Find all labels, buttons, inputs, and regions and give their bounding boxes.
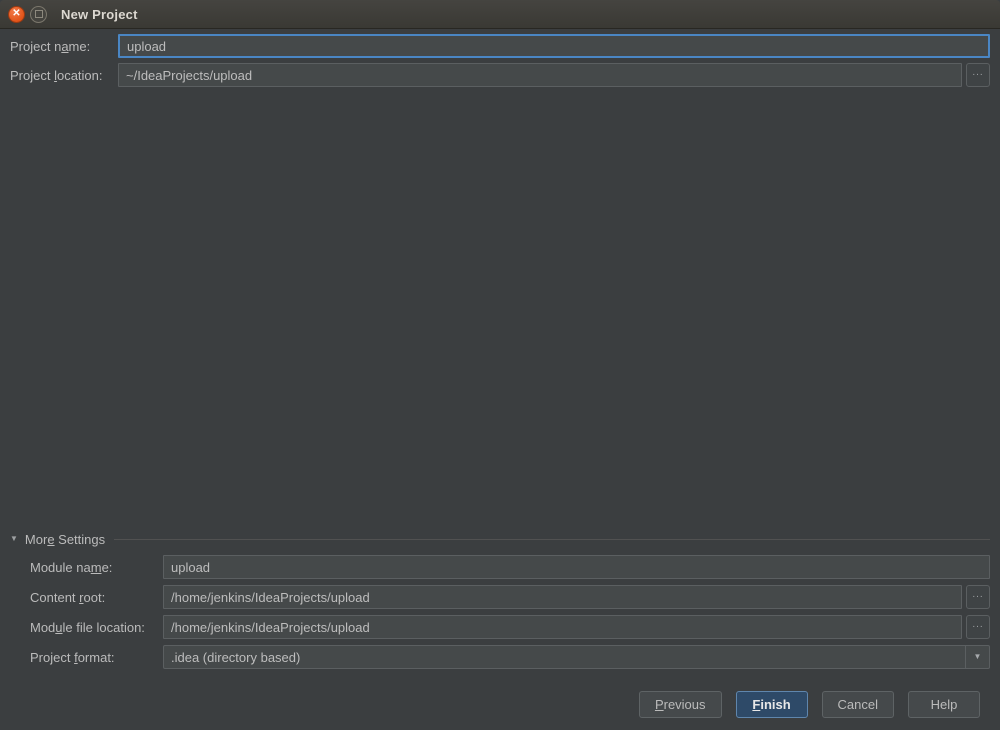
project-location-input[interactable] (118, 63, 962, 87)
empty-area (0, 92, 1000, 529)
ellipsis-icon: ... (972, 619, 984, 630)
project-format-label: Project format: (30, 649, 115, 665)
new-project-dialog: ✕ New Project Project name: Project loca… (0, 0, 1000, 730)
module-name-label: Module name: (30, 559, 113, 575)
top-form: Project name: Project location: ... (0, 29, 1000, 92)
project-name-label: Project name: (10, 38, 91, 54)
previous-button[interactable]: Previous (638, 691, 722, 718)
project-format-select[interactable]: .idea (directory based) ▼ (163, 645, 990, 669)
content-root-input[interactable] (163, 585, 962, 609)
restore-icon (34, 10, 43, 18)
help-button[interactable]: Help (908, 691, 980, 718)
more-settings-header[interactable]: ▼ More Settings (0, 529, 1000, 549)
project-name-row: Project name: (10, 34, 990, 58)
module-file-location-row: Module file location: ... (30, 615, 990, 639)
project-format-value: .idea (directory based) (171, 649, 301, 665)
restore-button[interactable] (30, 5, 47, 23)
project-location-row: Project location: ... (10, 63, 990, 87)
chevron-down-icon: ▼ (10, 534, 18, 543)
window-title: New Project (61, 6, 138, 22)
chevron-down-icon: ▼ (973, 652, 982, 661)
ellipsis-icon: ... (972, 67, 984, 78)
finish-button[interactable]: Finish (735, 691, 808, 718)
combo-arrow-button[interactable]: ▼ (965, 646, 989, 668)
close-icon: ✕ (12, 8, 21, 19)
content-root-browse-button[interactable]: ... (966, 585, 990, 609)
module-file-location-browse-button[interactable]: ... (966, 615, 990, 639)
ellipsis-icon: ... (972, 589, 984, 600)
module-file-location-input[interactable] (163, 615, 962, 639)
module-name-input[interactable] (163, 555, 990, 579)
button-bar: Previous Finish Cancel Help (0, 675, 1000, 730)
more-settings-form: Module name: Content root: ... Module fi… (0, 549, 1000, 675)
cancel-button[interactable]: Cancel (821, 691, 894, 718)
project-name-input[interactable] (118, 34, 990, 58)
title-bar: ✕ New Project (0, 0, 1000, 29)
separator-line (114, 538, 990, 540)
content-root-label: Content root: (30, 589, 106, 605)
module-file-location-label: Module file location: (30, 619, 145, 635)
close-button[interactable]: ✕ (8, 5, 25, 23)
project-location-browse-button[interactable]: ... (966, 63, 990, 87)
module-name-row: Module name: (30, 555, 990, 579)
project-format-row: Project format: .idea (directory based) … (30, 645, 990, 669)
more-settings-title: More Settings (24, 531, 106, 547)
project-location-label: Project location: (10, 67, 103, 83)
content-root-row: Content root: ... (30, 585, 990, 609)
